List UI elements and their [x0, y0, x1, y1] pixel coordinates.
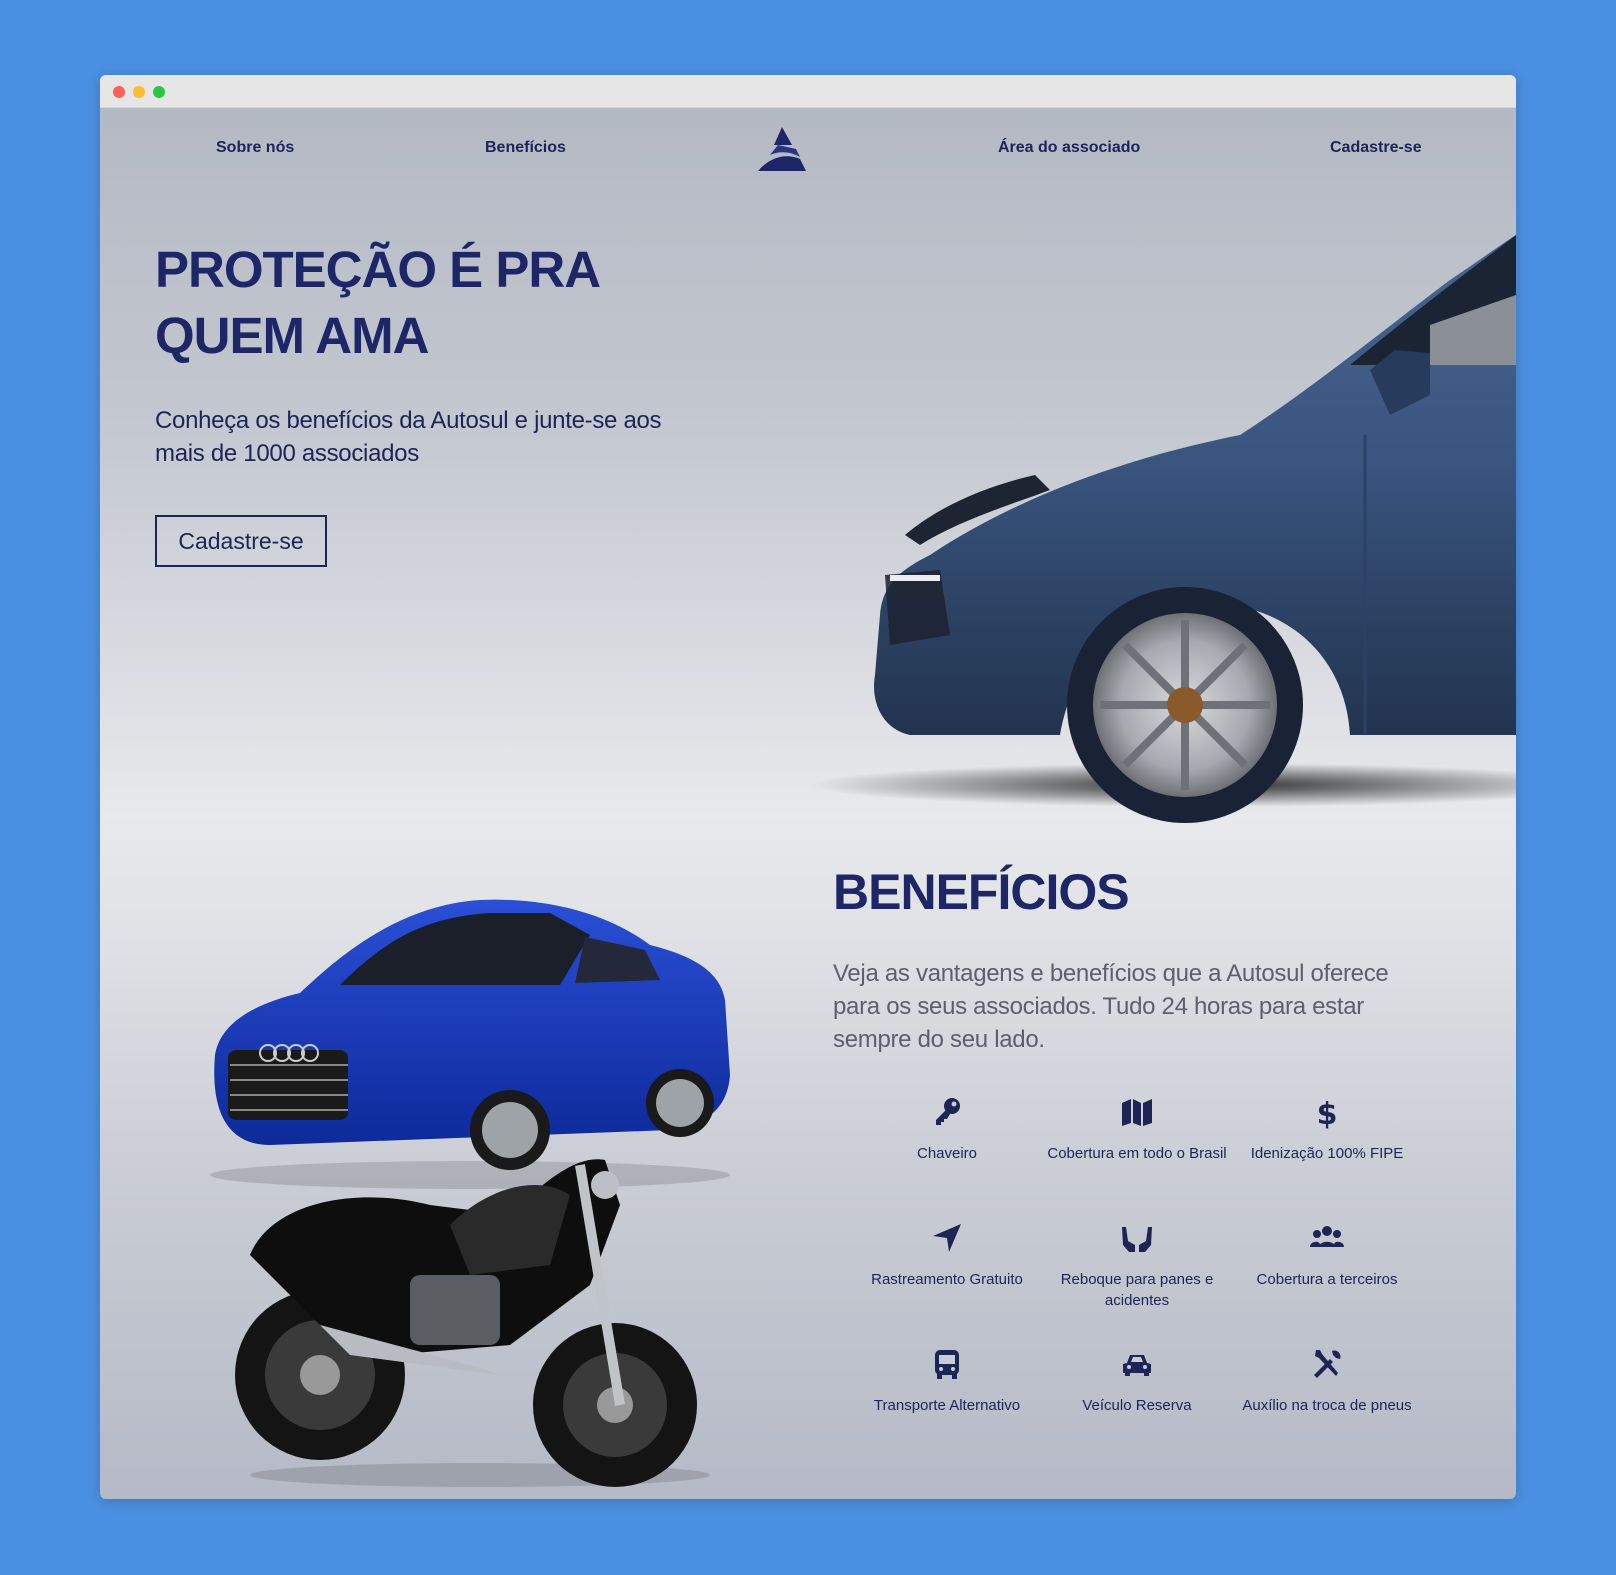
benefit-item-transporte: Transporte Alternativo: [852, 1347, 1042, 1416]
benefit-item-troca-pneus: Auxílio na troca de pneus: [1232, 1347, 1422, 1416]
window-titlebar: [100, 75, 1516, 108]
suv-car-image: [810, 175, 1516, 823]
benefit-label: Reboque para panes e acidentes: [1060, 1271, 1214, 1309]
benefit-label: Cobertura a terceiros: [1256, 1271, 1398, 1288]
benefit-item-chaveiro: Chaveiro: [852, 1095, 1042, 1164]
maximize-window-button[interactable]: [153, 86, 165, 98]
benefit-label: Veículo Reserva: [1082, 1397, 1192, 1414]
hero-title-line-1: PROTEÇÃO É PRA: [155, 241, 601, 298]
nav-link-signup[interactable]: Cadastre-se: [1330, 139, 1422, 157]
nav-link-about[interactable]: Sobre nós: [216, 139, 294, 157]
nav-link-benefits[interactable]: Benefícios: [485, 139, 566, 157]
location-arrow-icon: [933, 1224, 961, 1252]
benefit-item-reboque: Reboque para panes e acidentes: [1042, 1221, 1232, 1311]
hero-title: PROTEÇÃO É PRA QUEM AMA: [155, 237, 601, 369]
users-icon: [1310, 1226, 1344, 1247]
bus-icon: [935, 1350, 959, 1379]
benefit-label: Chaveiro: [916, 1145, 978, 1162]
tools-icon: [1314, 1350, 1341, 1378]
benefit-item-rastreamento: Rastreamento Gratuito: [852, 1221, 1042, 1290]
benefit-label: Idenização 100% FIPE: [1250, 1145, 1404, 1162]
benefit-item-fipe: $ Idenização 100% FIPE: [1232, 1095, 1422, 1164]
close-window-button[interactable]: [113, 86, 125, 98]
benefits-title: BENEFÍCIOS: [833, 864, 1130, 920]
benefit-label: Cobertura em todo o Brasil: [1047, 1145, 1227, 1162]
benefit-item-terceiros: Cobertura a terceiros: [1232, 1221, 1422, 1290]
benefit-label: Rastreamento Gratuito: [871, 1271, 1023, 1288]
motorcycle-image: [235, 1159, 710, 1487]
key-icon: [936, 1098, 960, 1125]
minimize-window-button[interactable]: [133, 86, 145, 98]
dollar-icon: $: [1317, 1097, 1338, 1129]
benefit-label: Auxílio na troca de pneus: [1242, 1397, 1412, 1414]
svg-text:$: $: [1317, 1097, 1338, 1129]
browser-window: Sobre nós Benefícios Área do associado C…: [100, 75, 1516, 1499]
autosul-logo-icon[interactable]: [756, 125, 808, 173]
hero-subtitle: Conheça os benefícios da Autosul e junte…: [155, 407, 662, 467]
nav-link-member-area[interactable]: Área do associado: [998, 139, 1140, 157]
map-icon: [1122, 1099, 1152, 1126]
benefit-item-veiculo-reserva: Veículo Reserva: [1042, 1347, 1232, 1416]
hands-icon: [1122, 1227, 1152, 1252]
hero-title-line-2: QUEM AMA: [155, 307, 429, 364]
hero-signup-button[interactable]: Cadastre-se: [155, 515, 327, 567]
benefits-subtitle: Veja as vantagens e benefícios que a Aut…: [833, 960, 1389, 1053]
car-icon: [1123, 1355, 1151, 1376]
benefit-label: Transporte Alternativo: [873, 1397, 1021, 1414]
benefit-item-cobertura-brasil: Cobertura em todo o Brasil: [1042, 1095, 1232, 1164]
